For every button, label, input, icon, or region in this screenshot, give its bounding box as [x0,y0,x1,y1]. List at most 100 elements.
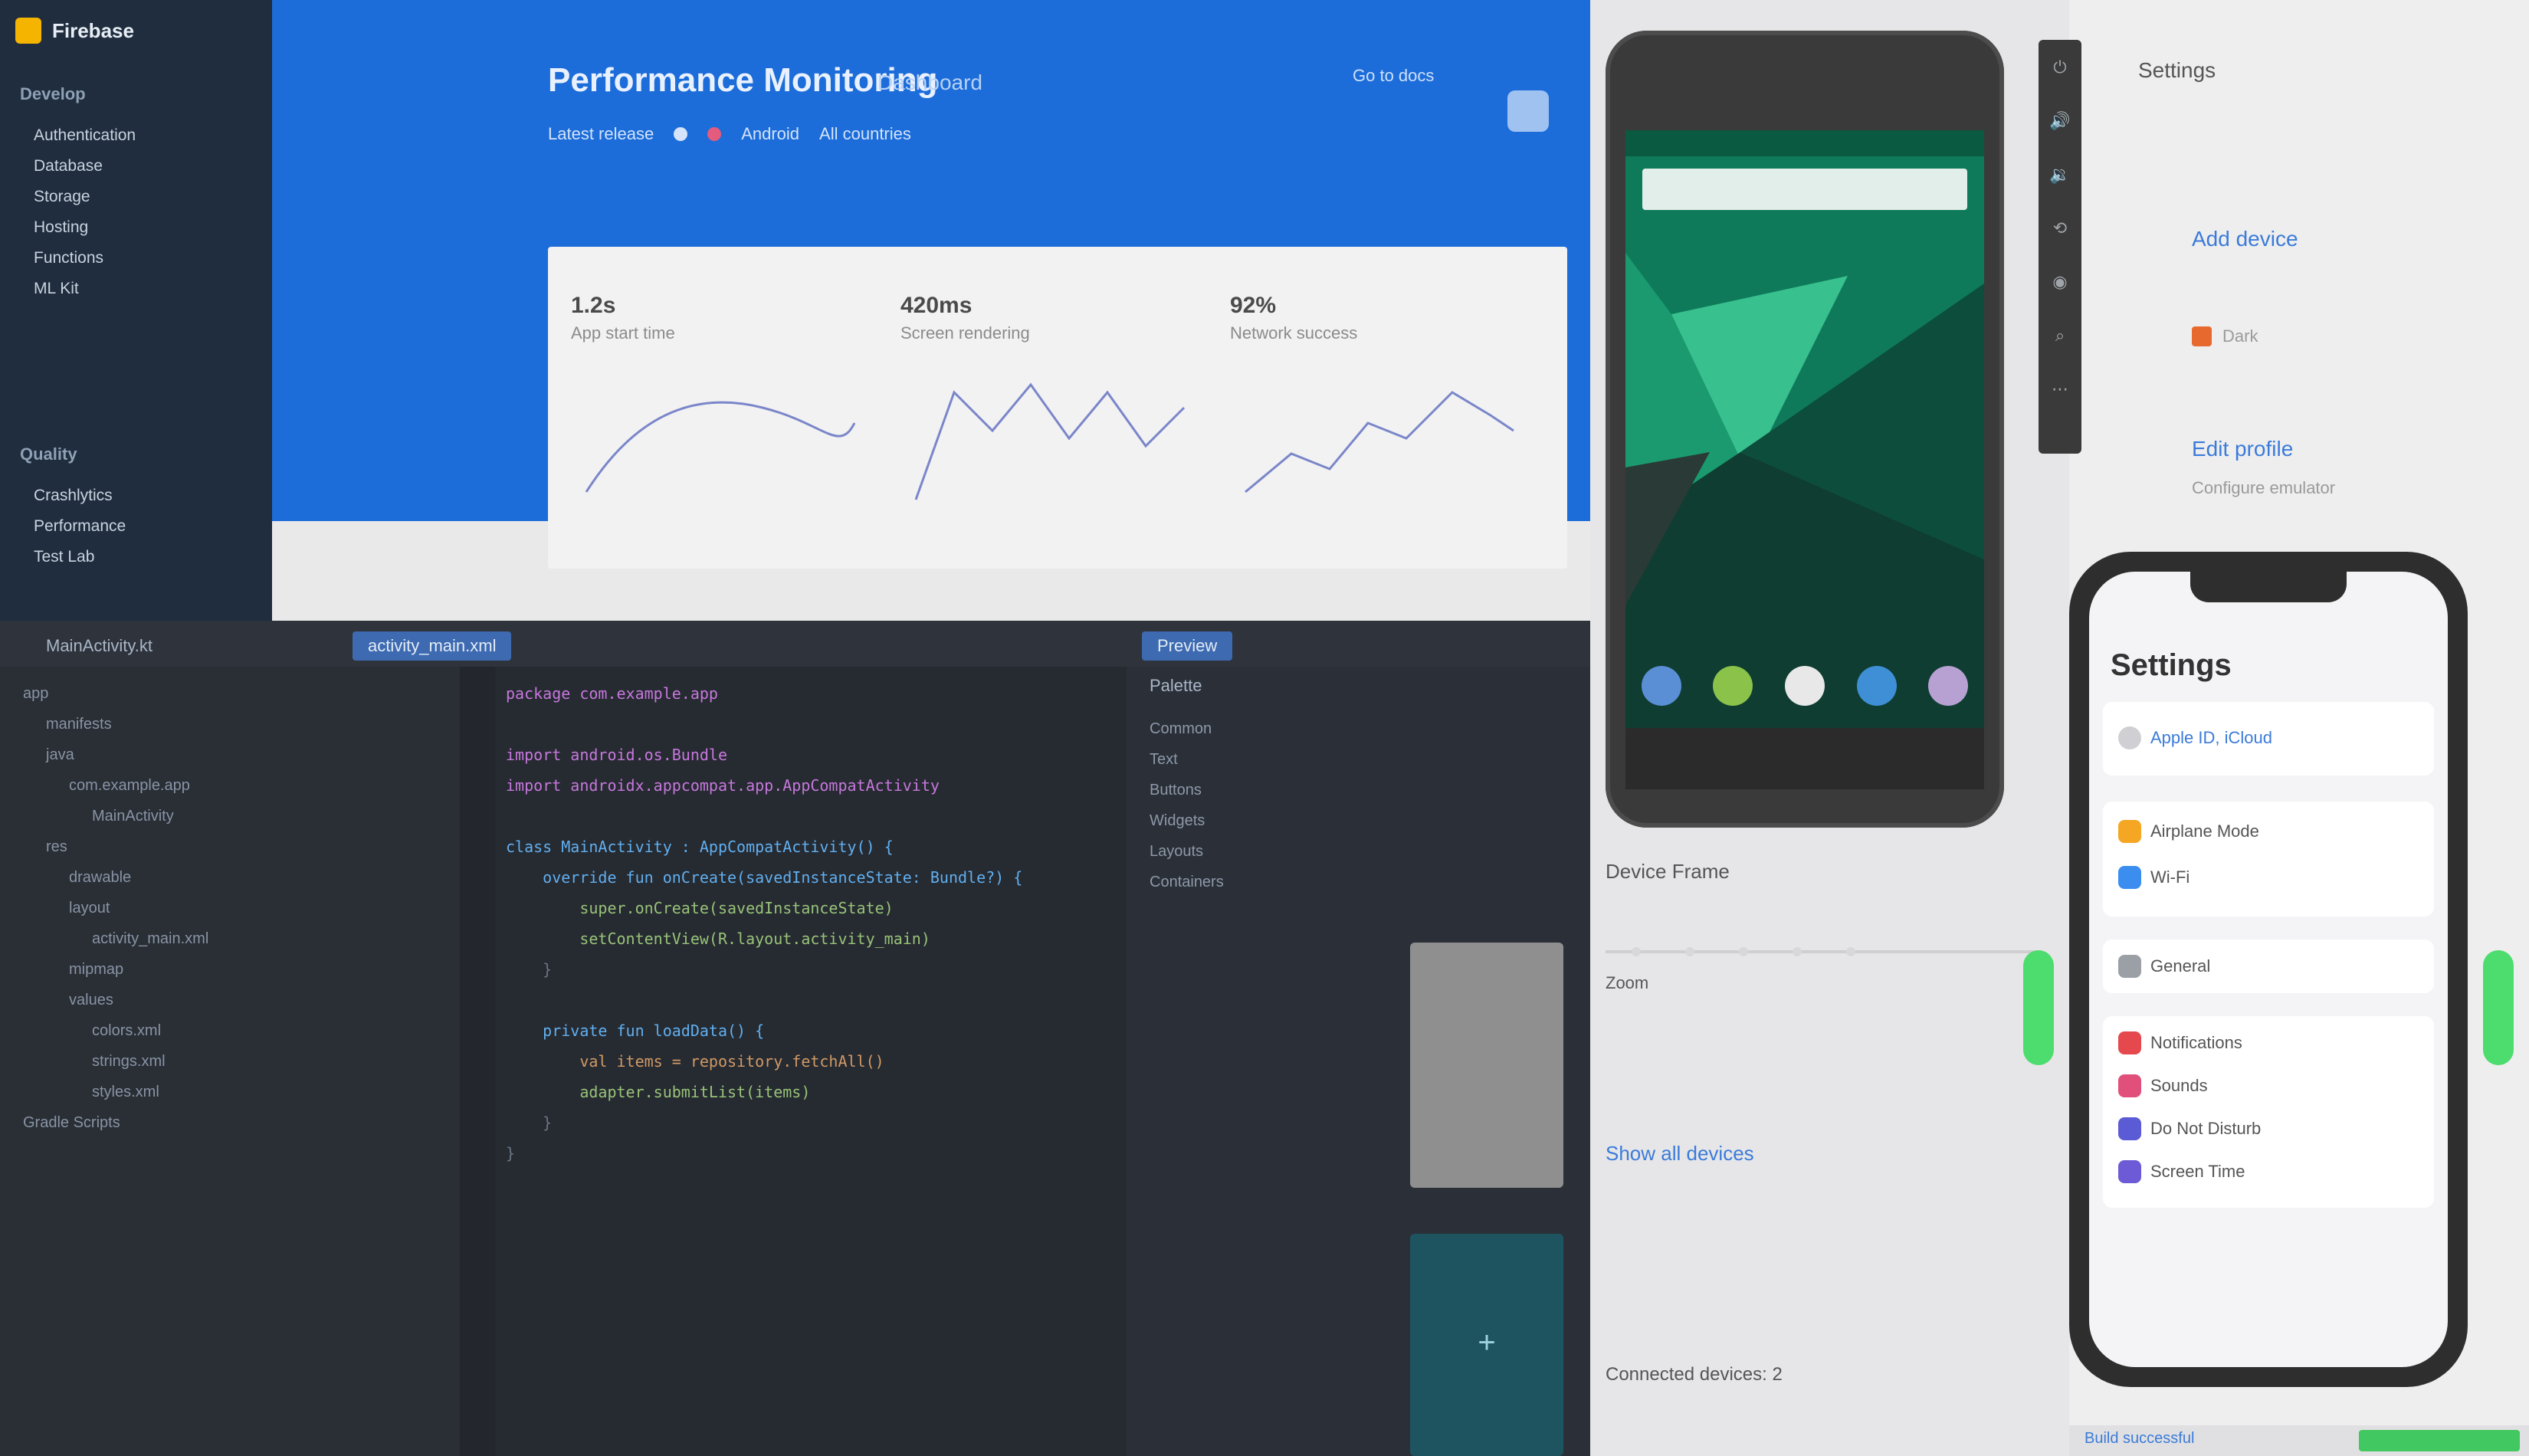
airplane-label: Airplane Mode [2150,821,2259,841]
add-component-button[interactable]: + [1410,1234,1563,1456]
trend-sparkline [585,401,856,493]
platform-filter[interactable]: Android [741,124,799,144]
code-line[interactable]: } [506,1111,552,1134]
left-navigation: Firebase Develop Authentication Database… [0,0,272,621]
ios-screen[interactable]: Settings Apple ID, iCloud Airplane Mode … [2089,572,2448,1367]
tab-mainactivity[interactable]: MainActivity.kt [31,631,168,661]
airplane-row[interactable]: Airplane Mode [2118,814,2259,849]
tree-node[interactable]: app [23,682,48,705]
theme-swatch[interactable] [2192,326,2212,346]
screentime-row[interactable]: Screen Time [2118,1154,2245,1189]
nav-item-storage[interactable]: Storage [34,184,248,210]
camera-app-icon[interactable] [1928,666,1969,706]
nav-item-authentication[interactable]: Authentication [34,123,248,149]
tree-node[interactable]: mipmap [69,958,123,981]
nav-item-test-lab[interactable]: Test Lab [34,544,248,570]
palette-panel: Palette Common Text Buttons Widgets Layo… [1127,667,1590,1456]
zoom-slider[interactable] [1606,943,2035,961]
more-icon[interactable]: ⋯ [2048,377,2072,402]
code-area[interactable]: package com.example.app import android.o… [460,667,1127,1456]
tree-node[interactable]: Gradle Scripts [23,1111,120,1134]
palette-item[interactable]: Widgets [1150,812,1205,830]
brand[interactable]: Firebase [15,12,253,49]
maps-app-icon[interactable] [1856,666,1897,706]
nav-item-hosting[interactable]: Hosting [34,215,248,241]
code-line[interactable]: override fun onCreate(savedInstanceState… [506,866,1022,889]
tree-node[interactable]: res [46,835,67,858]
general-row[interactable]: General [2118,949,2210,984]
code-line[interactable]: } [506,1142,515,1165]
zoom-icon[interactable]: ⌕ [2048,323,2072,348]
device-notch [2190,572,2347,602]
nav-item-ml-kit[interactable]: ML Kit [34,276,248,302]
connectivity-group: Airplane Mode Wi-Fi [2103,802,2434,917]
code-line[interactable]: val items = repository.fetchAll() [506,1050,884,1073]
tree-node[interactable]: values [69,989,113,1012]
preview-thumbnail[interactable] [1410,943,1563,1188]
wifi-row[interactable]: Wi-Fi [2118,860,2190,895]
nav-item-crashlytics[interactable]: Crashlytics [34,483,248,509]
gear-icon [2118,955,2141,978]
ios-simulator[interactable]: Settings Apple ID, iCloud Airplane Mode … [2069,552,2468,1387]
tree-node[interactable]: manifests [46,713,112,736]
palette-item[interactable]: Layouts [1150,843,1203,861]
code-line[interactable]: setContentView(R.layout.activity_main) [506,927,930,950]
palette-item[interactable]: Text [1150,751,1178,769]
nav-item-functions[interactable]: Functions [34,245,248,271]
code-line[interactable]: package com.example.app [506,682,718,705]
menu-button[interactable] [1507,90,1549,132]
android-emulator[interactable] [1606,31,2004,828]
palette-item[interactable]: Common [1150,720,1212,738]
tree-node[interactable]: activity_main.xml [92,927,208,950]
code-line[interactable]: import androidx.appcompat.app.AppCompatA… [506,774,940,797]
code-line[interactable]: private fun loadData() { [506,1019,764,1042]
tab-activity-main[interactable]: activity_main.xml [353,631,512,661]
tree-node[interactable]: MainActivity [92,805,174,828]
nav-item-performance[interactable]: Performance [34,513,248,539]
dnd-row[interactable]: Do Not Disturb [2118,1111,2261,1146]
add-device-link[interactable]: Add device [2192,227,2298,251]
brand-name: Firebase [52,18,134,42]
rotate-icon[interactable]: ⟲ [2048,216,2072,241]
code-line[interactable]: super.onCreate(savedInstanceState) [506,897,893,920]
show-devices-link[interactable]: Show all devices [1606,1142,1754,1166]
tree-node[interactable]: strings.xml [92,1050,166,1073]
country-filter[interactable]: All countries [819,124,911,144]
volume-up-icon[interactable]: 🔊 [2048,109,2072,133]
avatar [2118,726,2141,749]
tab-preview[interactable]: Preview [1142,631,1233,661]
edit-profile-link[interactable]: Edit profile [2192,437,2293,461]
code-line[interactable]: adapter.submitList(items) [506,1081,810,1103]
release-filter[interactable]: Latest release [548,124,654,144]
account-row[interactable]: Apple ID, iCloud [2118,720,2272,756]
android-screen[interactable] [1625,130,1984,728]
palette-item[interactable]: Containers [1150,874,1224,891]
code-line[interactable]: import android.os.Bundle [506,743,727,766]
tree-node[interactable]: styles.xml [92,1081,159,1103]
metric-screen-rendering[interactable]: 420ms Screen rendering [900,293,1207,553]
chrome-app-icon[interactable] [1784,666,1825,706]
app-dock [1625,644,1984,728]
tree-node[interactable]: layout [69,897,110,920]
emulator-toolbar: ⏻ 🔊 🔉 ⟲ ◉ ⌕ ⋯ [2039,40,2081,454]
docs-link[interactable]: Go to docs [1353,66,1434,86]
notifications-row[interactable]: Notifications [2118,1025,2242,1061]
metric-network-success[interactable]: 92% Network success [1230,293,1537,553]
messages-app-icon[interactable] [1713,666,1753,706]
nav-item-database[interactable]: Database [34,153,248,179]
screenshot-icon[interactable]: ◉ [2048,270,2072,294]
tree-node[interactable]: colors.xml [92,1019,161,1042]
code-line[interactable]: class MainActivity : AppCompatActivity()… [506,835,894,858]
metric-value: 1.2s [571,293,616,318]
tree-node[interactable]: com.example.app [69,774,190,797]
metric-app-start[interactable]: 1.2s App start time [571,293,877,553]
palette-item[interactable]: Buttons [1150,782,1202,799]
phone-app-icon[interactable] [1641,666,1681,706]
sounds-row[interactable]: Sounds [2118,1068,2208,1103]
volume-down-icon[interactable]: 🔉 [2048,162,2072,187]
tree-node[interactable]: drawable [69,866,131,889]
tree-node[interactable]: java [46,743,74,766]
navigation-bar[interactable] [1625,728,1984,789]
power-icon[interactable]: ⏻ [2048,55,2072,80]
code-line[interactable]: } [506,958,552,981]
